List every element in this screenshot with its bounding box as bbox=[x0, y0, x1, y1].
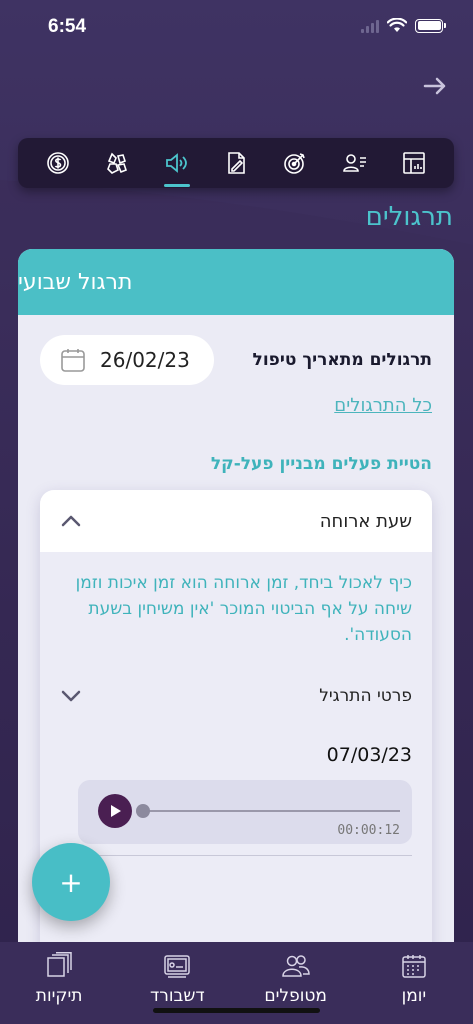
play-button[interactable] bbox=[98, 794, 132, 828]
divider bbox=[78, 855, 412, 856]
hands-icon bbox=[107, 152, 128, 174]
user-list-icon bbox=[343, 154, 366, 172]
signal-icon bbox=[361, 19, 379, 33]
nav-item-dashboard[interactable]: דשבורד bbox=[122, 952, 232, 1024]
all-practices-link[interactable]: כל התרגולים bbox=[334, 395, 432, 416]
nav-label-folders: תיקיות bbox=[35, 986, 83, 1006]
toolbar-edit-document[interactable] bbox=[218, 145, 254, 181]
audio-time: 00:00:12 bbox=[337, 823, 400, 838]
toolbar-sound[interactable] bbox=[159, 145, 195, 187]
exercise-header[interactable]: שעת ארוחה bbox=[40, 490, 432, 552]
nav-item-patients[interactable]: מטופלים bbox=[241, 952, 351, 1024]
audio-scrubber[interactable] bbox=[136, 804, 150, 818]
sound-icon bbox=[165, 153, 187, 173]
chevron-down-icon[interactable] bbox=[60, 689, 82, 703]
nav-label-dashboard: דשבורד bbox=[150, 986, 205, 1006]
date-filter-row: 26/02/23 תרגולים מתאריך טיפול bbox=[40, 335, 432, 385]
exercise-details-toggle[interactable]: פרטי התרגיל bbox=[60, 686, 412, 706]
exercise-details-label: פרטי התרגיל bbox=[319, 686, 412, 706]
target-icon bbox=[284, 153, 306, 174]
wifi-icon bbox=[387, 18, 407, 32]
battery-icon bbox=[415, 18, 446, 33]
status-time: 6:54 bbox=[48, 16, 87, 37]
exercise-description: כיף לאכול ביחד, זמן ארוחה הוא זמן איכות … bbox=[75, 573, 412, 645]
audio-player: 00:00:12 bbox=[78, 780, 412, 844]
toolbar-hands[interactable] bbox=[99, 145, 135, 181]
toolbar-user-list[interactable] bbox=[337, 145, 373, 181]
toolbar-dashboard-chart[interactable] bbox=[396, 145, 432, 181]
category-toolbar bbox=[18, 138, 454, 188]
home-indicator bbox=[153, 1008, 320, 1013]
status-bar: 6:54 bbox=[0, 0, 473, 54]
back-arrow-icon[interactable] bbox=[421, 72, 449, 100]
exercise-title: שעת ארוחה bbox=[319, 510, 412, 532]
practice-subtitle: הטיית פעלים מבניין פעל-קל bbox=[210, 454, 432, 474]
toolbar-dollar[interactable] bbox=[40, 145, 76, 181]
calendar-icon bbox=[61, 349, 85, 372]
audio-track[interactable] bbox=[138, 810, 400, 812]
nav-item-folders[interactable]: תיקיות bbox=[4, 952, 114, 1024]
edit-document-icon bbox=[228, 152, 245, 174]
calendar-icon bbox=[402, 955, 426, 978]
page-title: תרגולים bbox=[365, 202, 453, 232]
exercise-date: 07/03/23 bbox=[326, 744, 412, 766]
nav-label-calendar: יומן bbox=[401, 986, 427, 1006]
chevron-up-icon[interactable] bbox=[60, 514, 82, 528]
exercise-card: שעת ארוחה כיף לאכול ביחד, זמן ארוחה הוא … bbox=[40, 490, 432, 1009]
plus-icon: + bbox=[59, 865, 83, 899]
play-icon bbox=[111, 805, 121, 817]
folders-icon bbox=[47, 952, 72, 977]
date-value: 26/02/23 bbox=[100, 348, 190, 372]
dollar-icon bbox=[46, 152, 69, 174]
dashboard-chart-icon bbox=[403, 152, 426, 174]
card-header: תרגול שבועי bbox=[18, 249, 454, 315]
date-picker[interactable]: 26/02/23 bbox=[40, 335, 214, 385]
add-button[interactable]: + bbox=[32, 843, 110, 921]
toolbar-target[interactable] bbox=[277, 145, 313, 181]
since-label: תרגולים מתאריך טיפול bbox=[252, 350, 432, 370]
nav-label-patients: מטופלים bbox=[264, 986, 327, 1006]
nav-item-calendar[interactable]: יומן bbox=[359, 952, 469, 1024]
patients-icon bbox=[281, 955, 310, 977]
status-icons bbox=[361, 18, 446, 33]
dashboard-icon bbox=[164, 955, 191, 978]
